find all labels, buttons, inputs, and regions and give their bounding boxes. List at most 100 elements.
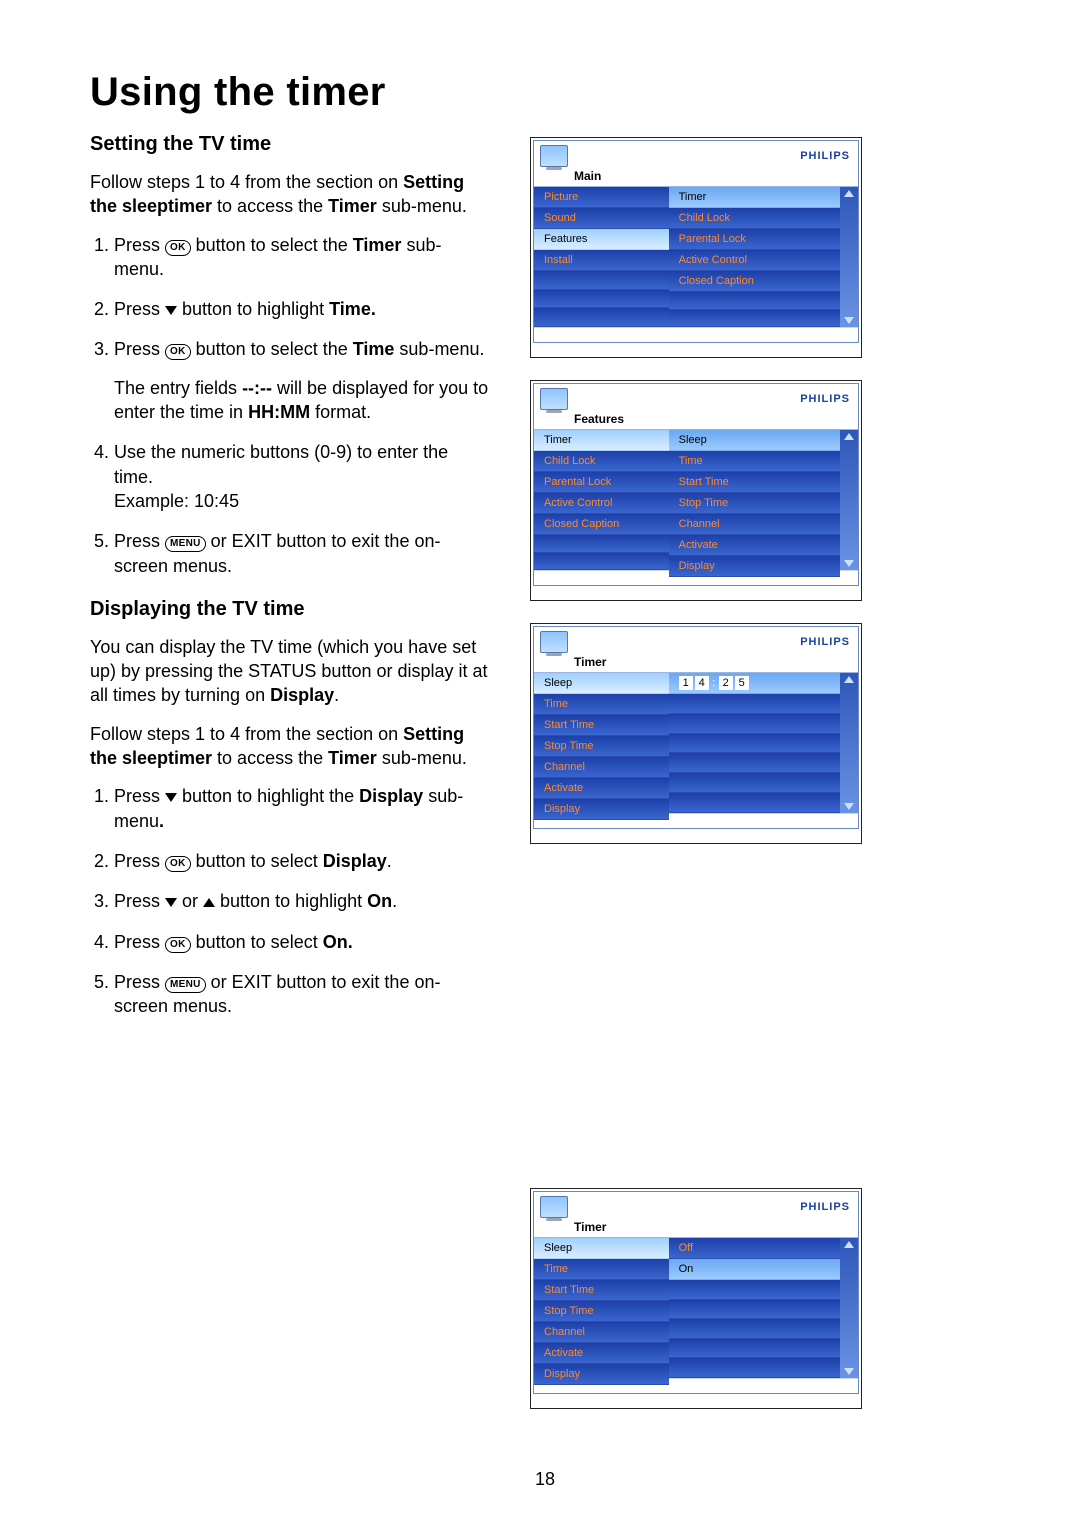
osd-menu-item xyxy=(669,694,840,714)
step: Press button to highlight Time. xyxy=(114,297,490,321)
osd-title: Timer xyxy=(534,1220,858,1238)
osd-time-entry: 14:25 xyxy=(669,673,840,694)
osd-panel-timer-display: PHILIPS Timer SleepTimeStart TimeStop Ti… xyxy=(530,1188,862,1409)
step: Press OK button to select the Timer sub-… xyxy=(114,233,490,282)
section1-intro: Follow steps 1 to 4 from the section on … xyxy=(90,170,490,219)
brand-label: PHILIPS xyxy=(800,150,850,162)
osd-menu-item xyxy=(534,290,669,309)
osd-menu-item: Time xyxy=(669,451,840,472)
scroll-down-icon xyxy=(844,560,854,567)
step: Press OK button to select Display. xyxy=(114,849,490,873)
scroll-up-icon xyxy=(844,1241,854,1248)
osd-menu-item: Parental Lock xyxy=(669,229,840,250)
osd-menu-item: Start Time xyxy=(669,472,840,493)
menu-button-icon: MENU xyxy=(165,977,206,993)
brand-label: PHILIPS xyxy=(800,636,850,648)
osd-menu-item xyxy=(669,1300,840,1320)
osd-menu-item: Sleep xyxy=(534,1238,669,1259)
scroll-up-icon xyxy=(844,676,854,683)
down-arrow-icon xyxy=(165,793,177,802)
osd-menu-item: Picture xyxy=(534,187,669,208)
step: Press MENU or EXIT button to exit the on… xyxy=(114,970,490,1019)
osd-menu-item: Display xyxy=(669,556,840,577)
scroll-down-icon xyxy=(844,803,854,810)
osd-menu-item: Activate xyxy=(534,1343,669,1364)
osd-panel-timer-time: PHILIPS Timer SleepTimeStart TimeStop Ti… xyxy=(530,623,862,844)
osd-menu-item: Start Time xyxy=(534,715,669,736)
osd-menu-item xyxy=(669,292,840,310)
section2-p1: You can display the TV time (which you h… xyxy=(90,635,490,708)
tv-icon xyxy=(540,631,568,653)
osd-menu-item: Install xyxy=(534,250,669,271)
osd-menu-item xyxy=(534,271,669,290)
osd-menu-item xyxy=(669,1319,840,1339)
section1-steps: Press OK button to select the Timer sub-… xyxy=(90,233,490,578)
osd-menu-item xyxy=(669,1358,840,1378)
osd-menu-item: Timer xyxy=(669,187,840,208)
osd-menu-item: Channel xyxy=(534,1322,669,1343)
brand-label: PHILIPS xyxy=(800,1201,850,1213)
osd-menu-item: Channel xyxy=(669,514,840,535)
step: Press MENU or EXIT button to exit the on… xyxy=(114,529,490,578)
osd-menu-item: Off xyxy=(669,1238,840,1259)
osd-menu-item: Activate xyxy=(669,535,840,556)
brand-label: PHILIPS xyxy=(800,393,850,405)
osd-menu-item: Stop Time xyxy=(534,1301,669,1322)
osd-menu-item: On xyxy=(669,1259,840,1280)
osd-menu-item: Parental Lock xyxy=(534,472,669,493)
osd-menu-item: Closed Caption xyxy=(669,271,840,292)
osd-menu-item xyxy=(669,1280,840,1300)
osd-menu-item xyxy=(534,308,669,327)
osd-menu-item: Display xyxy=(534,1364,669,1385)
step: Press OK button to select the Time sub-m… xyxy=(114,337,490,424)
body-text-column: Setting the TV time Follow steps 1 to 4 … xyxy=(90,127,490,1409)
osd-menu-item xyxy=(669,793,840,813)
osd-menu-item: Child Lock xyxy=(669,208,840,229)
step: Use the numeric buttons (0-9) to enter t… xyxy=(114,440,490,513)
down-arrow-icon xyxy=(165,306,177,315)
step: Press button to highlight the Display su… xyxy=(114,784,490,833)
osd-menu-item xyxy=(669,753,840,773)
osd-scrollbar xyxy=(840,1238,858,1378)
ok-button-icon: OK xyxy=(165,856,191,872)
osd-scrollbar xyxy=(840,430,858,570)
section2-intro: Follow steps 1 to 4 from the section on … xyxy=(90,722,490,771)
osd-menu-item: Sound xyxy=(534,208,669,229)
step: Press OK button to select On. xyxy=(114,930,490,954)
osd-menu-item: Active Control xyxy=(669,250,840,271)
osd-menu-item xyxy=(534,553,669,571)
osd-menu-item: Active Control xyxy=(534,493,669,514)
osd-menu-item: Display xyxy=(534,799,669,820)
osd-menu-item: Time xyxy=(534,1259,669,1280)
osd-menu-item xyxy=(669,1339,840,1359)
scroll-up-icon xyxy=(844,433,854,440)
osd-menu-item: Start Time xyxy=(534,1280,669,1301)
osd-menu-item: Stop Time xyxy=(534,736,669,757)
osd-menu-item: Channel xyxy=(534,757,669,778)
tv-icon xyxy=(540,1196,568,1218)
ok-button-icon: OK xyxy=(165,344,191,360)
osd-panel-main: PHILIPS Main PictureSoundFeaturesInstall… xyxy=(530,137,862,358)
osd-menu-item: Features xyxy=(534,229,669,250)
tv-icon xyxy=(540,388,568,410)
ok-button-icon: OK xyxy=(165,937,191,953)
osd-menu-item: Activate xyxy=(534,778,669,799)
step: Press or button to highlight On. xyxy=(114,889,490,913)
menu-button-icon: MENU xyxy=(165,536,206,552)
scroll-down-icon xyxy=(844,1368,854,1375)
osd-scrollbar xyxy=(840,673,858,813)
osd-title: Main xyxy=(534,169,858,187)
osd-column: PHILIPS Main PictureSoundFeaturesInstall… xyxy=(530,127,1000,1409)
tv-icon xyxy=(540,145,568,167)
osd-menu-item: Stop Time xyxy=(669,493,840,514)
osd-menu-item: Sleep xyxy=(534,673,669,694)
down-arrow-icon xyxy=(165,898,177,907)
page-title: Using the timer xyxy=(90,70,1000,115)
up-arrow-icon xyxy=(203,898,215,907)
osd-menu-item xyxy=(669,714,840,734)
scroll-up-icon xyxy=(844,190,854,197)
osd-menu-item xyxy=(534,535,669,553)
osd-menu-item xyxy=(669,773,840,793)
osd-panel-features: PHILIPS Features TimerChild LockParental… xyxy=(530,380,862,601)
osd-title: Features xyxy=(534,412,858,430)
